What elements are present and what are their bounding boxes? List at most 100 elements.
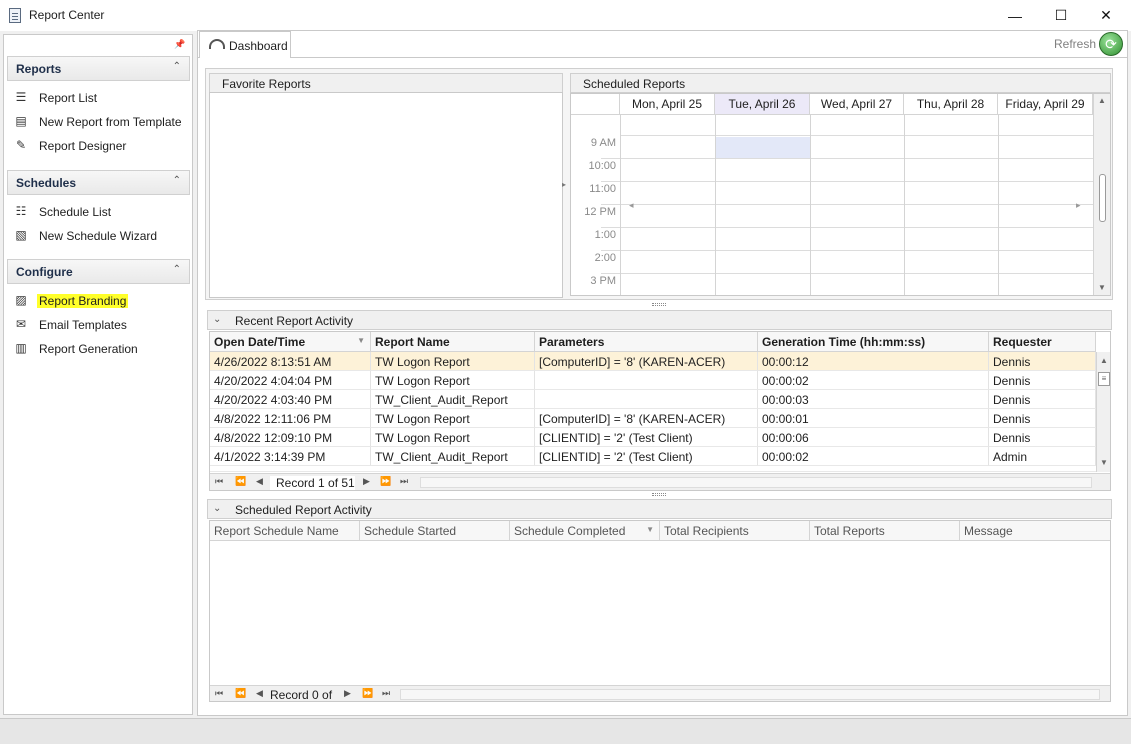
previous-page-icon[interactable]: ⏪ (235, 476, 246, 487)
splitter-grip[interactable] (652, 303, 666, 306)
column-header-total-reports[interactable]: Total Reports (810, 521, 960, 541)
group-header-reports[interactable]: Reports ⌃ (7, 56, 190, 81)
splitter-grip[interactable] (652, 493, 666, 496)
nav-next-icon[interactable]: ▸ (1076, 200, 1081, 211)
table-cell: TW_Client_Audit_Report (371, 390, 535, 409)
scheduled-reports-header: Scheduled Reports (570, 73, 1111, 93)
window-title: Report Center (29, 8, 105, 22)
filter-dropdown-icon[interactable]: ▼ (646, 525, 654, 534)
minimize-button[interactable]: — (992, 0, 1038, 31)
scroll-down-icon[interactable]: ▼ (1098, 283, 1106, 292)
time-slot-line (601, 181, 1093, 182)
app-icon (9, 8, 21, 23)
column-header-report-schedule-name[interactable]: Report Schedule Name (210, 521, 360, 541)
table-row[interactable]: 4/8/2022 12:09:10 PM TW Logon Report [CL… (210, 428, 1096, 447)
column-header-requester[interactable]: Requester (989, 332, 1096, 352)
nav-item-new-schedule-wizard[interactable]: ▧ New Schedule Wizard (12, 226, 190, 246)
day-header[interactable]: Wed, April 27 (810, 94, 904, 115)
next-page-icon[interactable]: ⏩ (362, 688, 373, 699)
column-header-open-date[interactable]: Open Date/Time ▼ (210, 332, 371, 352)
last-record-icon[interactable]: ⏭ (382, 688, 390, 699)
column-header-total-recipients[interactable]: Total Recipients (660, 521, 810, 541)
refresh-label[interactable]: Refresh (1054, 37, 1096, 51)
filter-dropdown-icon[interactable]: ▼ (357, 336, 365, 345)
column-header-schedule-completed[interactable]: Schedule Completed ▼ (510, 521, 660, 541)
nav-item-report-designer[interactable]: ✎ Report Designer (12, 136, 190, 156)
chevron-up-icon: ⌃ (172, 175, 181, 186)
selected-time-cell[interactable] (716, 137, 810, 158)
panel-title: Scheduled Reports (583, 77, 686, 91)
chevron-down-icon[interactable]: ⌄ (213, 314, 221, 325)
nav-item-report-generation[interactable]: ▥ Report Generation (12, 339, 190, 359)
nav-item-report-list[interactable]: ☰ Report List (12, 88, 190, 108)
nav-item-new-report-from-template[interactable]: ▤ New Report from Template (12, 112, 190, 132)
column-header-parameters[interactable]: Parameters (535, 332, 758, 352)
day-header-today[interactable]: Tue, April 26 (715, 94, 810, 115)
all-day-divider (620, 135, 1093, 136)
table-row[interactable]: 4/20/2022 4:04:04 PM TW Logon Report 00:… (210, 371, 1096, 390)
previous-record-icon[interactable]: ◀ (256, 688, 263, 699)
grid-scrollbar[interactable]: ▲ ≡ ▼ (1096, 352, 1110, 472)
document-icon: ▤ (15, 114, 27, 128)
scroll-up-icon[interactable]: ▲ (1098, 96, 1106, 105)
column-header-generation-time[interactable]: Generation Time (hh:mm:ss) (758, 332, 989, 352)
nav-item-report-branding[interactable]: ▨ Report Branding (12, 291, 190, 311)
nav-item-schedule-list[interactable]: ☷ Schedule List (12, 202, 190, 222)
scroll-thumb[interactable] (1099, 174, 1106, 222)
last-record-icon[interactable]: ⏭ (400, 476, 408, 487)
nav-item-label: Report List (39, 91, 98, 105)
first-record-icon[interactable]: ⏮ (215, 476, 223, 487)
table-row[interactable]: 4/8/2022 12:11:06 PM TW Logon Report [Co… (210, 409, 1096, 428)
nav-item-email-templates[interactable]: ✉ Email Templates (12, 315, 190, 335)
scheduled-activity-grid[interactable]: Report Schedule Name Schedule Started Sc… (209, 520, 1111, 702)
day-header[interactable]: Friday, April 29 (998, 94, 1093, 115)
nav-item-label: Report Generation (39, 342, 138, 356)
next-record-icon[interactable]: ▶ (344, 688, 351, 699)
chevron-up-icon: ⌃ (172, 61, 181, 72)
column-header-report-name[interactable]: Report Name (371, 332, 535, 352)
column-header-message[interactable]: Message (960, 521, 1110, 541)
table-cell: Dennis (989, 352, 1096, 371)
previous-record-icon[interactable]: ◀ (256, 476, 263, 487)
table-cell: 00:00:02 (758, 371, 989, 390)
table-row[interactable]: 4/20/2022 4:03:40 PM TW_Client_Audit_Rep… (210, 390, 1096, 409)
next-page-icon[interactable]: ⏩ (380, 476, 391, 487)
splitter-arrow-icon[interactable]: ▸ (562, 180, 566, 189)
nav-item-label: Schedule List (39, 205, 112, 219)
previous-page-icon[interactable]: ⏪ (235, 688, 246, 699)
status-bar (0, 718, 1131, 744)
recent-activity-header[interactable]: ⌄ Recent Report Activity (207, 310, 1112, 330)
horizontal-scrollbar[interactable] (420, 477, 1092, 488)
favorite-reports-list[interactable] (209, 92, 563, 298)
scroll-down-icon[interactable]: ▼ (1100, 458, 1108, 467)
scroll-thumb[interactable]: ≡ (1098, 372, 1110, 386)
scheduler-view[interactable]: Mon, April 25 Tue, April 26 Wed, April 2… (570, 93, 1111, 296)
recent-activity-grid[interactable]: Open Date/Time ▼ Report Name Parameters … (209, 331, 1111, 491)
group-header-configure[interactable]: Configure ⌃ (7, 259, 190, 284)
day-header[interactable]: Thu, April 28 (904, 94, 998, 115)
time-slot-line (601, 158, 1093, 159)
chevron-down-icon[interactable]: ⌄ (213, 503, 221, 514)
table-row-selected[interactable]: 4/26/2022 8:13:51 AM TW Logon Report [Co… (210, 352, 1096, 371)
group-header-schedules[interactable]: Schedules ⌃ (7, 170, 190, 195)
column-header-schedule-started[interactable]: Schedule Started (360, 521, 510, 541)
tab-dashboard[interactable]: Dashboard (199, 31, 291, 58)
maximize-button[interactable]: ☐ (1038, 0, 1084, 31)
next-record-icon[interactable]: ▶ (363, 476, 370, 487)
table-cell: [CLIENTID] = '2' (Test Client) (535, 447, 758, 466)
scheduler-scrollbar[interactable]: ▲ ▼ (1093, 94, 1110, 295)
horizontal-scrollbar[interactable] (400, 689, 1100, 700)
nav-previous-icon[interactable]: ◂ (629, 200, 634, 211)
table-row-partial[interactable] (210, 466, 1096, 472)
scheduled-activity-header[interactable]: ⌄ Scheduled Report Activity (207, 499, 1112, 519)
table-row[interactable]: 4/1/2022 3:14:39 PM TW_Client_Audit_Repo… (210, 447, 1096, 466)
first-record-icon[interactable]: ⏮ (215, 688, 223, 699)
close-button[interactable]: ✕ (1083, 0, 1129, 31)
refresh-icon[interactable]: ⟳ (1099, 32, 1123, 56)
scroll-up-icon[interactable]: ▲ (1100, 356, 1108, 365)
pin-icon[interactable]: 📌 (174, 39, 185, 50)
nav-item-label: Report Branding (37, 294, 129, 308)
scheduler-corner (571, 94, 620, 115)
checklist-icon: ☷ (15, 204, 27, 218)
day-header[interactable]: Mon, April 25 (620, 94, 715, 115)
